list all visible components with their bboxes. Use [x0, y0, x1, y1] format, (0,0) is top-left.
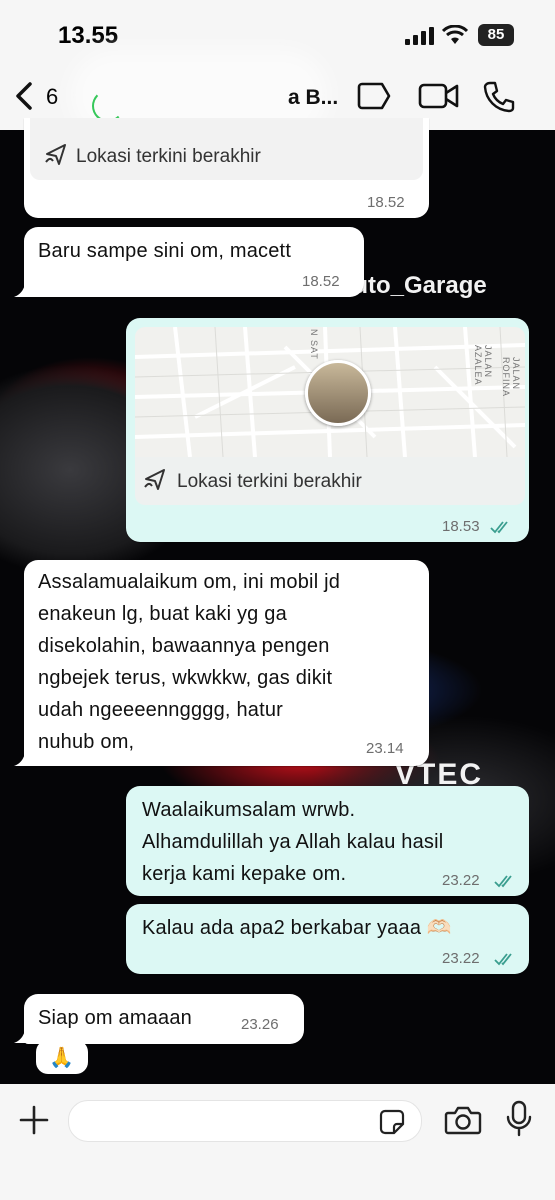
message-time: 18.52 — [302, 273, 340, 290]
message-bubble-incoming[interactable]: Siap om amaaan 23.26 — [24, 994, 304, 1044]
message-time: 18.53 — [442, 518, 480, 535]
message-time: 23.26 — [241, 1016, 279, 1033]
message-bubble-incoming-location[interactable]: Lokasi terkini berakhir 18.52 — [24, 118, 429, 218]
message-text-line: Waalaikumsalam wrwb. — [142, 799, 356, 821]
contact-name[interactable]: a B... — [288, 86, 338, 110]
message-text: Siap om amaaan — [38, 1007, 193, 1029]
message-input[interactable] — [68, 1100, 422, 1142]
live-location-icon — [144, 469, 165, 490]
sticker-icon[interactable] — [356, 80, 392, 112]
bubble-tail-incoming — [14, 1024, 32, 1043]
sticker-icon[interactable] — [379, 1109, 405, 1135]
input-bar — [0, 1084, 555, 1200]
message-text-line: udah ngeeeenngggg, hatur — [38, 699, 284, 721]
read-receipt-icon — [490, 521, 508, 534]
message-text-line: ngbejek terus, wkwkkw, gas dikit — [38, 667, 333, 689]
status-time: 13.55 — [58, 22, 119, 49]
message-time: 23.22 — [442, 950, 480, 967]
location-row: Lokasi terkini berakhir — [135, 457, 525, 505]
location-label: Lokasi terkini berakhir — [177, 471, 362, 492]
status-bar: 13.55 85 — [0, 0, 555, 62]
microphone-icon[interactable] — [506, 1100, 532, 1138]
live-location-icon — [45, 144, 66, 165]
camera-icon[interactable] — [444, 1104, 482, 1136]
read-receipt-icon — [494, 875, 512, 888]
plus-icon[interactable] — [18, 1104, 50, 1136]
message-time: 23.22 — [442, 872, 480, 889]
message-text-line: nuhub om, — [38, 731, 135, 753]
message-text-line: enakeun lg, buat kaki yg ga — [38, 603, 287, 625]
message-text: Baru sampe sini om, macett — [38, 240, 292, 262]
message-time: 23.14 — [366, 740, 404, 757]
message-bubble-incoming[interactable]: Assalamualaikum om, ini mobil jd enakeun… — [24, 560, 429, 766]
message-text: Kalau ada apa2 berkabar yaaa 🫶🏻 — [142, 917, 453, 939]
message-bubble-outgoing[interactable]: Kalau ada apa2 berkabar yaaa 🫶🏻 23.22 — [126, 904, 529, 974]
bubble-tail-incoming — [14, 747, 32, 766]
message-time: 18.52 — [367, 194, 405, 211]
location-label: Lokasi terkini berakhir — [76, 146, 261, 167]
message-bubble-outgoing[interactable]: Waalaikumsalam wrwb. Alhamdulillah ya Al… — [126, 786, 529, 896]
reaction-emoji: 🙏 — [49, 1047, 74, 1069]
location-map[interactable]: N SAT JALAN AZALEA JALAN ROFINA — [135, 327, 525, 457]
message-text-line: kerja kami kepake om. — [142, 863, 347, 885]
cellular-signal-icon — [405, 27, 434, 45]
message-text-line: disekolahin, bawaannya pengen — [38, 635, 330, 657]
message-bubble-incoming[interactable]: Baru sampe sini om, macett 18.52 — [24, 227, 364, 297]
location-row: Lokasi terkini berakhir — [30, 118, 423, 180]
street-label: JALAN AZALEA — [473, 345, 493, 386]
map-location-avatar — [305, 360, 371, 426]
wifi-icon — [442, 25, 468, 44]
phone-icon[interactable] — [482, 80, 516, 114]
back-unread-count[interactable]: 6 — [46, 84, 58, 110]
chevron-left-icon[interactable] — [10, 80, 40, 112]
street-label: N SAT — [309, 329, 319, 360]
bubble-tail-incoming — [14, 278, 32, 297]
message-text-line: Assalamualaikum om, ini mobil jd — [38, 571, 341, 593]
street-label: JALAN ROFINA — [501, 357, 521, 398]
message-text-line: Alhamdulillah ya Allah kalau hasil — [142, 831, 444, 853]
read-receipt-icon — [494, 953, 512, 966]
battery-indicator: 85 — [478, 24, 514, 46]
reaction-badge[interactable]: 🙏 — [36, 1040, 88, 1074]
video-call-icon[interactable] — [418, 80, 460, 112]
